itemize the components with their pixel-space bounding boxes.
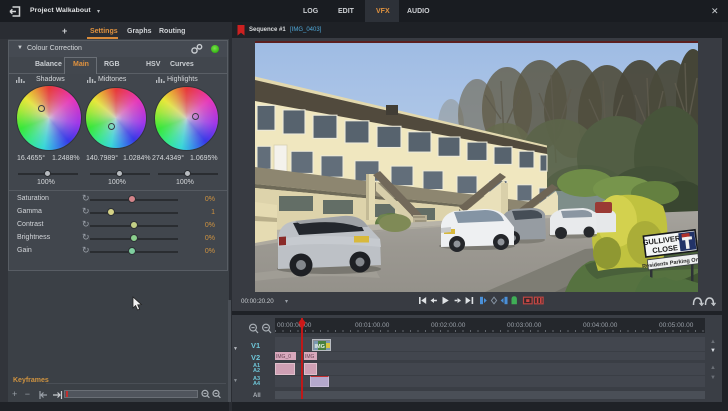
svg-text:IMG: IMG (314, 344, 324, 350)
